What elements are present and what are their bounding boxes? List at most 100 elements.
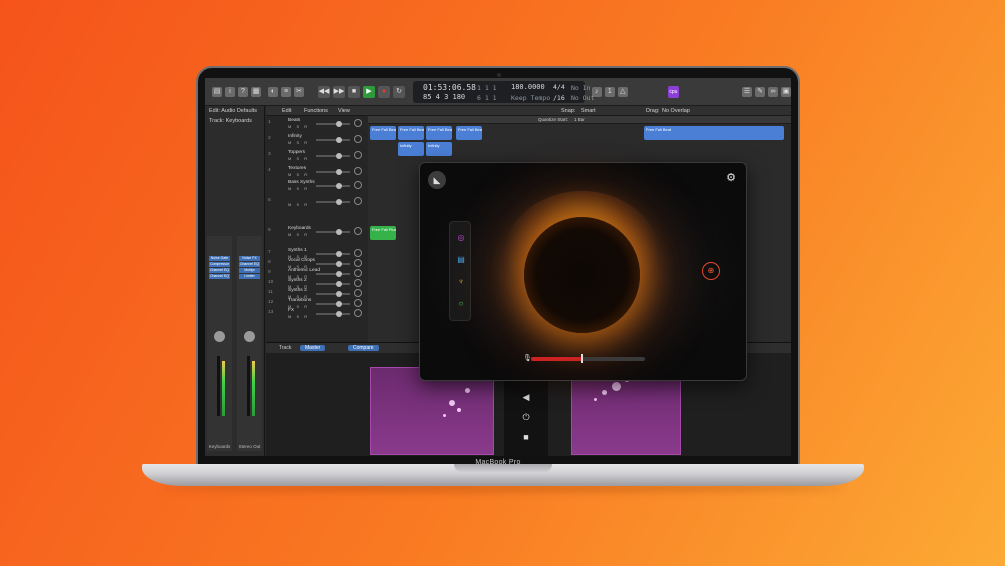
track-volume-slider[interactable] [316, 251, 350, 257]
region[interactable]: Free Fall Beat [426, 126, 452, 140]
volume-fader[interactable] [217, 356, 220, 416]
metronome-button[interactable]: △ [617, 86, 628, 97]
snap-select[interactable]: Smart [581, 108, 596, 114]
help-button[interactable]: ? [238, 86, 248, 97]
orbit-icon[interactable]: ◎ [455, 232, 467, 244]
target-icon[interactable]: ⊕ [702, 262, 720, 280]
back-icon[interactable]: ◀ [504, 387, 548, 407]
loops-button[interactable]: ∞ [768, 86, 778, 97]
track-pan-knob[interactable] [354, 227, 362, 235]
track-pan-knob[interactable] [354, 279, 362, 287]
plugin-logo-icon[interactable]: ◣ [428, 171, 446, 189]
plugin-slot[interactable]: Multipr [239, 268, 260, 273]
mute-solo-record[interactable]: M S R [288, 156, 309, 161]
track-pan-knob[interactable] [354, 249, 362, 257]
quantize-select[interactable]: 1 Bar [574, 117, 585, 122]
pan-knob[interactable] [214, 331, 225, 342]
power-icon[interactable]: ⏻ [504, 407, 548, 427]
region[interactable]: Free Fall Pluck [370, 226, 396, 240]
track-volume-slider[interactable] [316, 291, 350, 297]
smart-controls-button[interactable]: ◐ [268, 86, 278, 97]
track-pan-knob[interactable] [354, 269, 362, 277]
forward-button[interactable]: ▶▶ [333, 85, 345, 98]
tab-master[interactable]: Master [300, 345, 326, 351]
track-volume-slider[interactable] [316, 271, 350, 277]
track-volume-slider[interactable] [316, 301, 350, 307]
mute-solo-record[interactable]: M S R [288, 124, 309, 129]
info-button[interactable]: i [225, 86, 235, 97]
track-volume-slider[interactable] [316, 199, 350, 205]
region[interactable]: Infinity [426, 142, 452, 156]
stop-icon[interactable]: ■ [504, 427, 548, 447]
track-pan-knob[interactable] [354, 135, 362, 143]
volume-handle[interactable] [336, 301, 342, 307]
tab-track[interactable]: Track [274, 345, 296, 351]
volume-handle[interactable] [336, 291, 342, 297]
region[interactable]: Free Fall Beat [370, 126, 396, 140]
input-level-knob[interactable] [581, 354, 583, 363]
track-header[interactable]: 13 FX M S R [266, 308, 368, 319]
pan-knob[interactable] [244, 331, 255, 342]
library-button[interactable]: ▤ [212, 86, 222, 97]
plugin-slot[interactable]: Noise FX [239, 256, 260, 261]
count-in-button[interactable]: 1 [604, 86, 615, 97]
track-volume-slider[interactable] [316, 137, 350, 143]
track-pan-knob[interactable] [354, 197, 362, 205]
track-volume-slider[interactable] [316, 183, 350, 189]
track-header[interactable]: 4 Textures M S R [266, 166, 368, 177]
toolbar-button[interactable]: ▦ [251, 86, 261, 97]
track-header[interactable]: Bass Synths M S R [266, 180, 368, 191]
volume-handle[interactable] [336, 261, 342, 267]
record-button[interactable]: ● [378, 85, 390, 98]
track-pan-knob[interactable] [354, 167, 362, 175]
volume-handle[interactable] [336, 281, 342, 287]
track-header[interactable]: 5 M S R [266, 196, 368, 207]
mixer-button[interactable]: ≡ [281, 86, 291, 97]
track-volume-slider[interactable] [316, 169, 350, 175]
stop-button[interactable]: ■ [348, 85, 360, 98]
track-volume-slider[interactable] [316, 281, 350, 287]
rewind-button[interactable]: ◀◀ [318, 85, 330, 98]
notes-button[interactable]: ✎ [755, 86, 765, 97]
volume-handle[interactable] [336, 199, 342, 205]
region[interactable]: Free Fall Beat [398, 126, 424, 140]
editors-button[interactable]: ✂ [294, 86, 304, 97]
region[interactable]: Free Fall Beat [456, 126, 482, 140]
circle-icon[interactable]: ○ [455, 298, 467, 310]
track-header[interactable]: 6 Keyboards M S R [266, 226, 368, 237]
track-header[interactable]: 2 Infinity M S R [266, 134, 368, 145]
volume-handle[interactable] [336, 183, 342, 189]
mute-solo-record[interactable]: M S R [288, 232, 309, 237]
list-editors-button[interactable]: ☰ [742, 86, 752, 97]
compare-button[interactable]: Compare [348, 345, 379, 351]
plugin-slot[interactable]: Compressor [209, 262, 230, 267]
plugin-slot[interactable]: Limiter [239, 274, 260, 279]
track-volume-slider[interactable] [316, 311, 350, 317]
drag-select[interactable]: No Overlap [662, 108, 690, 114]
input-level-slider[interactable] [531, 357, 645, 361]
lcd-display[interactable]: 01:53:06.58 85 4 3 180 1 1 1 6 1 1 180.0… [413, 80, 594, 103]
volume-handle[interactable] [336, 271, 342, 277]
play-button[interactable]: ▶ [363, 85, 375, 98]
track-pan-knob[interactable] [354, 299, 362, 307]
mute-solo-record[interactable]: M S R [288, 186, 309, 191]
track-header[interactable]: 1 Beats M S R [266, 118, 368, 129]
mute-solo-record[interactable]: M S R [288, 172, 309, 177]
track-pan-knob[interactable] [354, 119, 362, 127]
volume-handle[interactable] [336, 121, 342, 127]
plugin-slot[interactable]: Channel EQ [239, 262, 260, 267]
track-volume-slider[interactable] [316, 261, 350, 267]
sliders-icon[interactable]: ▤ [455, 254, 467, 266]
track-volume-slider[interactable] [316, 153, 350, 159]
volume-fader[interactable] [247, 356, 250, 416]
region[interactable]: Infinity [398, 142, 424, 156]
volume-handle[interactable] [336, 153, 342, 159]
mute-solo-record[interactable]: M S R [288, 140, 309, 145]
cycle-button[interactable]: ↻ [393, 85, 405, 98]
edit-menu[interactable]: Edit [282, 108, 291, 114]
ruler[interactable]: Quantize Start: 1 Bar [368, 116, 791, 124]
plugin-slot[interactable]: Noise Gate [209, 256, 230, 261]
plugin-slot[interactable]: Channel EQ [209, 268, 230, 273]
volume-handle[interactable] [336, 311, 342, 317]
view-menu[interactable]: View [338, 108, 350, 114]
